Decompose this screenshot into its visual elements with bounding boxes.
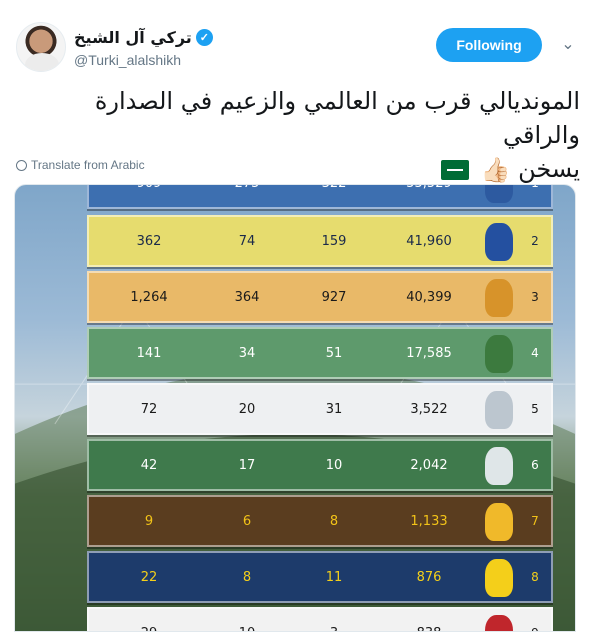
- verified-badge-icon: ✓: [195, 28, 213, 46]
- table-cell-d: 1,133: [410, 513, 448, 529]
- chevron-down-icon[interactable]: ⌄: [556, 32, 580, 56]
- table-cell-c: 8: [329, 513, 339, 529]
- table-cell-a: 141: [136, 345, 162, 361]
- table-cell-a: 9: [144, 513, 154, 529]
- table-row: 9 6 8 1,133 7: [87, 495, 553, 547]
- display-name-row: تركي آل الشيخ ✓: [74, 26, 213, 48]
- club-mascot-icon: [485, 615, 513, 631]
- translate-label: Translate from Arabic: [31, 158, 145, 172]
- globe-icon: [16, 159, 27, 171]
- table-cell-b: 20: [238, 401, 256, 417]
- table-cell-d: 55,529: [379, 185, 479, 207]
- thumbs-up-icon: 👍🏻: [480, 156, 511, 184]
- table-cell-d: 876: [416, 569, 442, 585]
- rank-number: 7: [531, 514, 539, 528]
- table-cell-c: 3: [294, 609, 374, 632]
- table-cell-b: 34: [238, 345, 256, 361]
- table-cell-d: 2,042: [410, 457, 448, 473]
- table-cell-b: 275: [207, 185, 287, 207]
- club-mascot-icon: [485, 503, 513, 541]
- table-cell-c: 31: [325, 401, 343, 417]
- tweet-header: تركي آل الشيخ ✓ @Turki_alalshikh Followi…: [16, 18, 584, 74]
- table-cell-d: 17,585: [406, 345, 452, 361]
- club-mascot-icon: [485, 335, 513, 373]
- table-row: 29 10 3838 9: [87, 607, 553, 632]
- rank-number: 9: [523, 609, 547, 631]
- table-cell-b: 364: [234, 289, 260, 305]
- rank-number: 1: [523, 185, 547, 207]
- following-button[interactable]: Following: [436, 28, 542, 62]
- table-cell-a: 29: [109, 609, 189, 632]
- tweet-line-1: المونديالي قرب من العالمي والزعيم في الص…: [94, 87, 580, 149]
- handle[interactable]: @Turki_alalshikh: [74, 52, 213, 68]
- ranking-table: 90927532255,52913627415941,96021,2643649…: [87, 185, 557, 632]
- table-cell-a: 909: [109, 185, 189, 207]
- table-cell-d: 40,399: [406, 289, 452, 305]
- avatar[interactable]: [16, 22, 66, 72]
- club-mascot-icon: [485, 391, 513, 429]
- table-cell-c: 10: [325, 457, 343, 473]
- table-cell-c: 11: [325, 569, 343, 585]
- translate-link[interactable]: Translate from Arabic: [16, 158, 145, 172]
- table-row: 1,264 364 927 40,399 3: [87, 271, 553, 323]
- table-cell-a: 72: [140, 401, 158, 417]
- table-cell-b: 17: [238, 457, 256, 473]
- table-cell-b: 6: [242, 513, 252, 529]
- table-row: 72 20 31 3,522 5: [87, 383, 553, 435]
- rank-number: 5: [531, 402, 539, 416]
- rank-number: 6: [531, 458, 539, 472]
- table-cell-b: 74: [238, 233, 256, 249]
- table-cell-a: 362: [136, 233, 162, 249]
- rank-number: 3: [531, 290, 539, 304]
- table-cell-b: 10: [207, 609, 287, 632]
- rank-number: 4: [531, 346, 539, 360]
- saudi-flag-icon: [440, 160, 469, 180]
- table-cell-a: 1,264: [130, 289, 168, 305]
- table-cell-b: 8: [242, 569, 252, 585]
- tweet-line-2: يسخن: [518, 155, 580, 183]
- display-name[interactable]: تركي آل الشيخ: [74, 28, 192, 47]
- club-mascot-icon: [485, 559, 513, 597]
- author-info[interactable]: تركي آل الشيخ ✓ @Turki_alalshikh: [74, 26, 213, 68]
- tweet-media-image[interactable]: 90927532255,52913627415941,96021,2643649…: [14, 184, 576, 632]
- table-row: 909 275 32255,529 1: [87, 185, 553, 209]
- table-cell-c: 159: [321, 233, 347, 249]
- table-cell-d: 3,522: [410, 401, 448, 417]
- table-cell-d: 41,960: [406, 233, 452, 249]
- table-row: 42 17 10 2,042 6: [87, 439, 553, 491]
- club-mascot-icon: [485, 279, 513, 317]
- table-cell-a: 22: [140, 569, 158, 585]
- club-mascot-icon: [485, 185, 513, 203]
- table-cell-c: 927: [321, 289, 347, 305]
- table-cell-a: 42: [140, 457, 158, 473]
- table-cell-d: 838: [379, 609, 479, 632]
- table-row: 141 34 51 17,585 4: [87, 327, 553, 379]
- table-row: 362 74 159 41,960 2: [87, 215, 553, 267]
- table-row: 22 8 11 876 8: [87, 551, 553, 603]
- table-cell-c: 322: [294, 185, 374, 207]
- rank-number: 8: [531, 570, 539, 584]
- rank-number: 2: [531, 234, 539, 248]
- club-mascot-icon: [485, 447, 513, 485]
- table-cell-c: 51: [325, 345, 343, 361]
- club-mascot-icon: [485, 223, 513, 261]
